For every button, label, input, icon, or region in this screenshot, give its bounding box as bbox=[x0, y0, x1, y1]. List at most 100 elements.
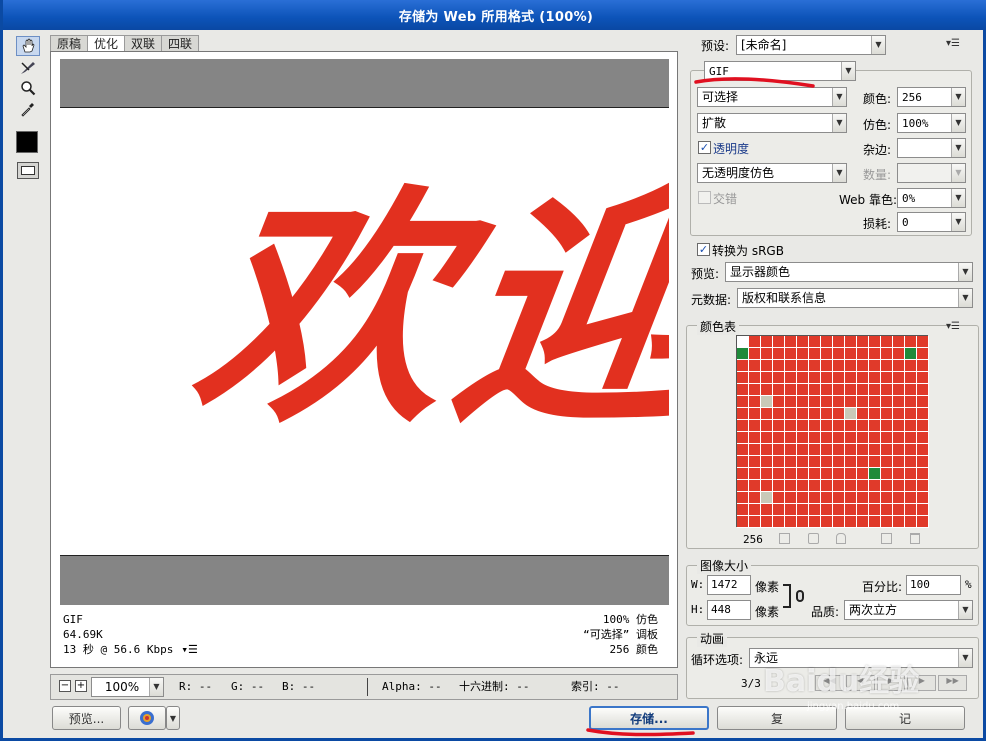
color-swatch[interactable] bbox=[845, 408, 857, 420]
color-swatch[interactable] bbox=[749, 444, 761, 456]
color-swatch[interactable] bbox=[821, 396, 833, 408]
color-swatch[interactable] bbox=[749, 420, 761, 432]
map-transparent-icon[interactable] bbox=[779, 533, 790, 544]
lock-color-icon[interactable] bbox=[836, 533, 846, 544]
color-swatch[interactable] bbox=[833, 432, 845, 444]
color-swatch[interactable] bbox=[773, 420, 785, 432]
color-swatch[interactable] bbox=[761, 360, 773, 372]
color-swatch[interactable] bbox=[749, 348, 761, 360]
color-swatch[interactable] bbox=[749, 408, 761, 420]
color-swatch[interactable] bbox=[881, 444, 893, 456]
color-swatch[interactable] bbox=[833, 372, 845, 384]
color-swatch[interactable] bbox=[749, 492, 761, 504]
color-swatch[interactable] bbox=[797, 444, 809, 456]
color-swatch[interactable] bbox=[857, 348, 869, 360]
color-swatch[interactable] bbox=[833, 516, 845, 528]
color-swatch[interactable] bbox=[761, 492, 773, 504]
color-swatch[interactable] bbox=[797, 396, 809, 408]
color-swatch[interactable] bbox=[809, 468, 821, 480]
color-swatch[interactable] bbox=[893, 420, 905, 432]
web-shift-icon[interactable] bbox=[808, 533, 819, 544]
color-swatch[interactable] bbox=[857, 432, 869, 444]
interlaced-checkbox[interactable] bbox=[698, 191, 711, 204]
color-swatch[interactable] bbox=[785, 384, 797, 396]
color-swatch[interactable] bbox=[869, 408, 881, 420]
color-swatch[interactable] bbox=[845, 360, 857, 372]
color-swatch[interactable] bbox=[821, 420, 833, 432]
color-swatch[interactable] bbox=[749, 456, 761, 468]
color-swatch[interactable] bbox=[917, 360, 929, 372]
color-swatch[interactable] bbox=[737, 420, 749, 432]
color-swatch[interactable] bbox=[881, 432, 893, 444]
color-swatch[interactable] bbox=[845, 456, 857, 468]
convert-srgb-checkbox[interactable]: ✓ bbox=[697, 243, 710, 256]
color-swatch[interactable] bbox=[905, 492, 917, 504]
color-swatch[interactable] bbox=[917, 468, 929, 480]
color-swatch[interactable] bbox=[737, 408, 749, 420]
link-icon[interactable] bbox=[796, 590, 804, 602]
color-swatch[interactable] bbox=[809, 384, 821, 396]
color-swatch[interactable] bbox=[833, 420, 845, 432]
color-swatch[interactable] bbox=[905, 444, 917, 456]
matte-select[interactable]: ▼ bbox=[897, 138, 966, 158]
color-swatch[interactable] bbox=[809, 432, 821, 444]
color-swatch[interactable] bbox=[785, 504, 797, 516]
color-swatch[interactable] bbox=[773, 408, 785, 420]
color-swatch[interactable] bbox=[869, 468, 881, 480]
color-swatch[interactable] bbox=[737, 384, 749, 396]
color-swatch[interactable] bbox=[893, 360, 905, 372]
color-swatch[interactable] bbox=[821, 456, 833, 468]
color-swatch[interactable] bbox=[773, 468, 785, 480]
color-swatch[interactable] bbox=[833, 456, 845, 468]
color-swatch[interactable] bbox=[917, 504, 929, 516]
color-swatch[interactable] bbox=[833, 492, 845, 504]
color-swatch[interactable] bbox=[749, 432, 761, 444]
color-swatch[interactable] bbox=[773, 504, 785, 516]
color-swatch[interactable] bbox=[845, 384, 857, 396]
color-swatch[interactable] bbox=[773, 456, 785, 468]
color-swatch[interactable] bbox=[893, 504, 905, 516]
color-swatch[interactable] bbox=[917, 516, 929, 528]
color-swatch[interactable] bbox=[869, 480, 881, 492]
color-swatch[interactable] bbox=[905, 456, 917, 468]
color-swatch[interactable] bbox=[821, 480, 833, 492]
color-swatch[interactable] bbox=[917, 444, 929, 456]
color-swatch[interactable] bbox=[773, 444, 785, 456]
color-swatch[interactable] bbox=[881, 516, 893, 528]
color-swatch[interactable] bbox=[761, 468, 773, 480]
color-swatch[interactable] bbox=[809, 360, 821, 372]
color-swatch[interactable] bbox=[821, 468, 833, 480]
color-swatch[interactable] bbox=[737, 396, 749, 408]
color-swatch[interactable] bbox=[761, 384, 773, 396]
color-swatch[interactable] bbox=[845, 396, 857, 408]
color-swatch[interactable] bbox=[797, 480, 809, 492]
color-swatch[interactable] bbox=[905, 384, 917, 396]
color-swatch[interactable] bbox=[869, 348, 881, 360]
color-swatch[interactable] bbox=[749, 396, 761, 408]
color-swatch[interactable] bbox=[773, 396, 785, 408]
quality-select[interactable]: 两次立方 ▼ bbox=[844, 600, 973, 620]
color-swatch[interactable] bbox=[857, 492, 869, 504]
color-swatch[interactable] bbox=[821, 432, 833, 444]
color-table-grid[interactable] bbox=[736, 335, 929, 528]
color-swatch[interactable] bbox=[797, 492, 809, 504]
browser-select-dropdown[interactable]: ▼ bbox=[166, 706, 180, 730]
settings-menu-icon[interactable]: ▾☰ bbox=[946, 38, 960, 49]
zoom-level-select[interactable]: 100% ▼ bbox=[91, 677, 164, 697]
color-swatch[interactable] bbox=[749, 480, 761, 492]
color-swatch[interactable] bbox=[917, 348, 929, 360]
color-swatch[interactable] bbox=[857, 456, 869, 468]
color-swatch[interactable] bbox=[737, 444, 749, 456]
slice-select-tool-icon[interactable] bbox=[16, 58, 40, 78]
color-swatch[interactable] bbox=[845, 420, 857, 432]
color-swatch[interactable] bbox=[857, 372, 869, 384]
color-swatch[interactable] bbox=[869, 372, 881, 384]
eyedropper-color-swatch[interactable] bbox=[16, 131, 38, 153]
color-swatch[interactable] bbox=[893, 432, 905, 444]
color-swatch[interactable] bbox=[905, 504, 917, 516]
color-swatch[interactable] bbox=[845, 504, 857, 516]
color-swatch[interactable] bbox=[785, 396, 797, 408]
colors-select[interactable]: 256 ▼ bbox=[897, 87, 966, 107]
color-swatch[interactable] bbox=[737, 336, 749, 348]
width-input[interactable]: 1472 bbox=[707, 575, 751, 595]
